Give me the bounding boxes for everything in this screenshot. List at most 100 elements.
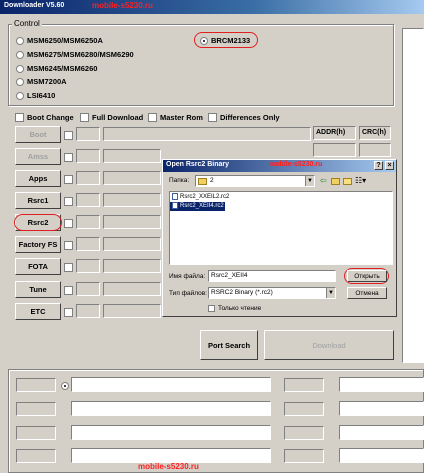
fota-button[interactable]: FOTA [15,258,61,275]
radio-indicator [16,50,24,59]
amss-addr-field [76,149,100,163]
boot-addr-field [76,127,100,141]
port-field-6 [339,401,424,416]
factory-fs-checkbox[interactable] [64,241,73,250]
port-radio-1[interactable] [61,381,69,390]
tune-button[interactable]: Tune [15,281,61,298]
radio-msm6275[interactable]: MSM6275/MSM6280/MSM6290 [16,50,134,59]
filetype-value: RSRC2 Binary (*.rc2) [211,289,273,296]
factory-fs-button-label: Factory FS [18,240,58,249]
crc-header-label: CRC(h) [362,129,387,136]
chevron-down-icon: ▼ [326,288,335,298]
checkbox-box [148,113,157,123]
radio-msm6250[interactable]: MSM6250/MSM6250A [16,36,103,45]
dialog-close-button[interactable]: × [385,161,394,170]
etc-button[interactable]: ETC [15,303,61,320]
amss-button-label: Amss [27,152,49,161]
fota-button-label: FOTA [28,262,48,271]
cancel-button[interactable]: Отмена [347,287,387,299]
folder-select[interactable]: 2 ▼ [195,175,315,187]
port-status-3 [16,426,56,440]
rsrc1-checkbox[interactable] [64,197,73,206]
port-field-7 [339,425,424,440]
port-status-8 [284,449,324,463]
radio-brcm2133[interactable]: BRCM2133 [200,36,250,45]
radio-label: MSM7200A [27,77,67,87]
filename-input[interactable]: Rsrc2_XEII4 [208,270,336,282]
amss-path-field [103,149,161,163]
checkbox-label: Boot Change [27,113,74,123]
apps-button[interactable]: Apps [15,170,61,187]
control-group-title: Control [12,19,42,28]
boot-change-checkbox[interactable]: Boot Change [15,113,74,123]
port-field-8 [339,448,424,463]
etc-addr-field [76,304,100,318]
right-crc-field-row1 [359,143,391,157]
port-field-4 [71,448,271,463]
tune-checkbox[interactable] [64,286,73,295]
file-name: Rsrc2_XEII4.rc2 [180,203,224,210]
checkbox-box [80,113,89,123]
rsrc1-path-field [103,193,161,207]
file-item-selected[interactable]: Rsrc2_XEII4.rc2 [170,202,225,211]
file-list[interactable]: Rsrc2_XXEIL2.rc2 Rsrc2_XEII4.rc2 [169,191,393,265]
radio-indicator [16,91,24,100]
tune-button-label: Tune [29,285,47,294]
back-icon[interactable]: ⇦ [320,176,327,185]
radio-msm7200a[interactable]: MSM7200A [16,77,67,86]
download-label: Download [312,340,346,350]
tune-path-field [103,282,161,296]
view-menu-icon[interactable]: ☷▾ [355,176,366,185]
dialog-title-bar: Open Rsrc2 Binary mobile-s5230.ru ? × [163,160,396,172]
file-item[interactable]: Rsrc2_XXEIL2.rc2 [170,193,392,202]
chevron-down-icon: ▼ [305,176,314,186]
boot-button-label: Boot [29,130,47,139]
apps-checkbox[interactable] [64,175,73,184]
differences-only-checkbox[interactable]: Differences Only [208,113,280,123]
download-button[interactable]: Download [264,330,394,360]
factory-fs-path-field [103,237,161,251]
radio-indicator [16,36,24,45]
boot-checkbox[interactable] [64,131,73,140]
folder-value: 2 [210,177,214,184]
window-title: Downloader V5.60 [4,2,65,9]
rsrc2-path-field [103,215,161,229]
open-button[interactable]: Открыть [347,270,387,282]
etc-path-field [103,304,161,318]
readonly-checkbox[interactable]: Только чтение [208,304,261,313]
port-field-2 [71,401,271,416]
log-panel[interactable] [402,28,424,363]
up-folder-icon[interactable] [331,178,340,185]
amss-checkbox[interactable] [64,153,73,162]
fota-checkbox[interactable] [64,263,73,272]
radio-indicator [200,36,208,45]
boot-button[interactable]: Boot [15,126,61,143]
rsrc1-button[interactable]: Rsrc1 [15,192,61,209]
radio-msm6245[interactable]: MSM6245/MSM6260 [16,64,97,73]
amss-button[interactable]: Amss [15,148,61,165]
folder-icon [198,178,207,185]
apps-addr-field [76,171,100,185]
rsrc1-button-label: Rsrc1 [27,196,49,205]
rsrc2-addr-field [76,215,100,229]
port-status-1 [16,378,56,392]
radio-indicator [16,77,24,86]
port-search-label: Port Search [207,340,251,350]
radio-lsi6410[interactable]: LSI6410 [16,91,55,100]
rsrc2-checkbox[interactable] [64,219,73,228]
filetype-select[interactable]: RSRC2 Binary (*.rc2) ▼ [208,287,336,299]
rsrc2-highlight-oval [14,214,62,231]
radio-indicator [16,64,24,73]
port-field-3 [71,425,271,440]
port-search-button[interactable]: Port Search [200,330,258,360]
etc-checkbox[interactable] [64,308,73,317]
factory-fs-button[interactable]: Factory FS [15,236,61,253]
full-download-checkbox[interactable]: Full Download [80,113,143,123]
watermark-top: mobile-s5230.ru [92,1,153,10]
file-icon [172,202,178,209]
checkbox-box [208,113,217,123]
radio-label: LSI6410 [27,91,56,101]
dialog-help-button[interactable]: ? [374,161,383,170]
new-folder-icon[interactable] [343,178,352,185]
master-rom-checkbox[interactable]: Master Rom [148,113,203,123]
